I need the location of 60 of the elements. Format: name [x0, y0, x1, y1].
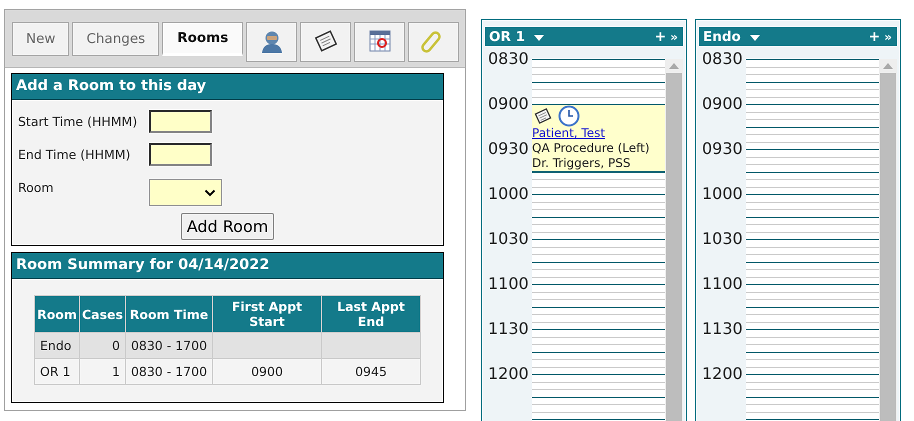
field-label: End Time (HHMM) — [18, 147, 132, 162]
table-cell: 0945 — [322, 358, 420, 384]
time-label: 1000 — [701, 185, 744, 203]
time-label: 1030 — [701, 230, 744, 248]
input-field[interactable] — [149, 110, 212, 133]
room-dropdown[interactable] — [149, 179, 222, 206]
column-header: Room — [34, 296, 80, 332]
table-cell: 0 — [79, 332, 126, 358]
table-cell: 0830 - 1700 — [125, 358, 213, 384]
time-label: 1130 — [487, 320, 530, 338]
provider-text: Dr. Triggers, PSS — [532, 156, 632, 171]
time-label: 1000 — [487, 185, 530, 203]
chevron-icon — [204, 188, 216, 196]
column-header: First Appt Start — [212, 296, 322, 332]
scroll-up-icon — [883, 63, 893, 69]
field-label: Start Time (HHMM) — [18, 114, 138, 129]
column-header: Cases — [79, 296, 126, 332]
tab[interactable]: Changes — [72, 22, 160, 56]
add-button[interactable]: + — [652, 28, 668, 44]
table-cell: OR 1 — [34, 358, 80, 384]
column-header: Room Time — [125, 296, 213, 332]
add-button[interactable]: + — [866, 28, 882, 44]
scroll-up-icon — [669, 63, 679, 69]
input-field[interactable] — [149, 143, 212, 166]
section-title: Add a Room to this day — [12, 74, 443, 100]
time-label: 1200 — [487, 365, 530, 383]
table-cell: 0900 — [212, 358, 322, 384]
scrollbar[interactable] — [665, 59, 683, 421]
time-label: 0900 — [701, 95, 744, 113]
field-label: Room — [18, 180, 55, 195]
time-label: 1100 — [701, 275, 744, 293]
add-room-button[interactable]: Add Room — [180, 213, 274, 240]
column-header: Last Appt End — [322, 296, 420, 332]
patient-link[interactable]: Patient, Test — [532, 126, 665, 141]
time-label: 0830 — [701, 50, 744, 68]
time-label: 1200 — [701, 365, 744, 383]
time-label: 1130 — [701, 320, 744, 338]
column-title: Endo — [703, 28, 741, 44]
time-label: 0900 — [487, 95, 530, 113]
tab[interactable]: New — [12, 22, 70, 56]
table-cell: 1 — [79, 358, 126, 384]
table-cell: Endo — [34, 332, 80, 358]
tab[interactable]: Rooms — [162, 22, 244, 56]
time-label: 0930 — [701, 140, 744, 158]
appointment-block[interactable]: Patient, Test QA Procedure (Left) Dr. Triggers, PSS — [532, 105, 665, 172]
procedure-text: QA Procedure (Left) — [532, 141, 651, 156]
dropdown-icon — [534, 35, 544, 41]
tab[interactable] — [300, 22, 352, 62]
time-label: 1030 — [487, 230, 530, 248]
time-label: 0830 — [487, 50, 530, 68]
tab[interactable] — [354, 22, 406, 62]
column-title: OR 1 — [489, 28, 525, 44]
time-label: 0930 — [487, 140, 530, 158]
time-label: 1100 — [487, 275, 530, 293]
dropdown-icon — [750, 35, 760, 41]
scrollbar[interactable] — [879, 59, 897, 421]
section-title: Room Summary for 04/14/2022 — [12, 253, 443, 279]
table-cell: 0830 - 1700 — [125, 332, 213, 358]
expand-button[interactable]: » — [882, 30, 894, 44]
expand-button[interactable]: » — [668, 30, 680, 44]
